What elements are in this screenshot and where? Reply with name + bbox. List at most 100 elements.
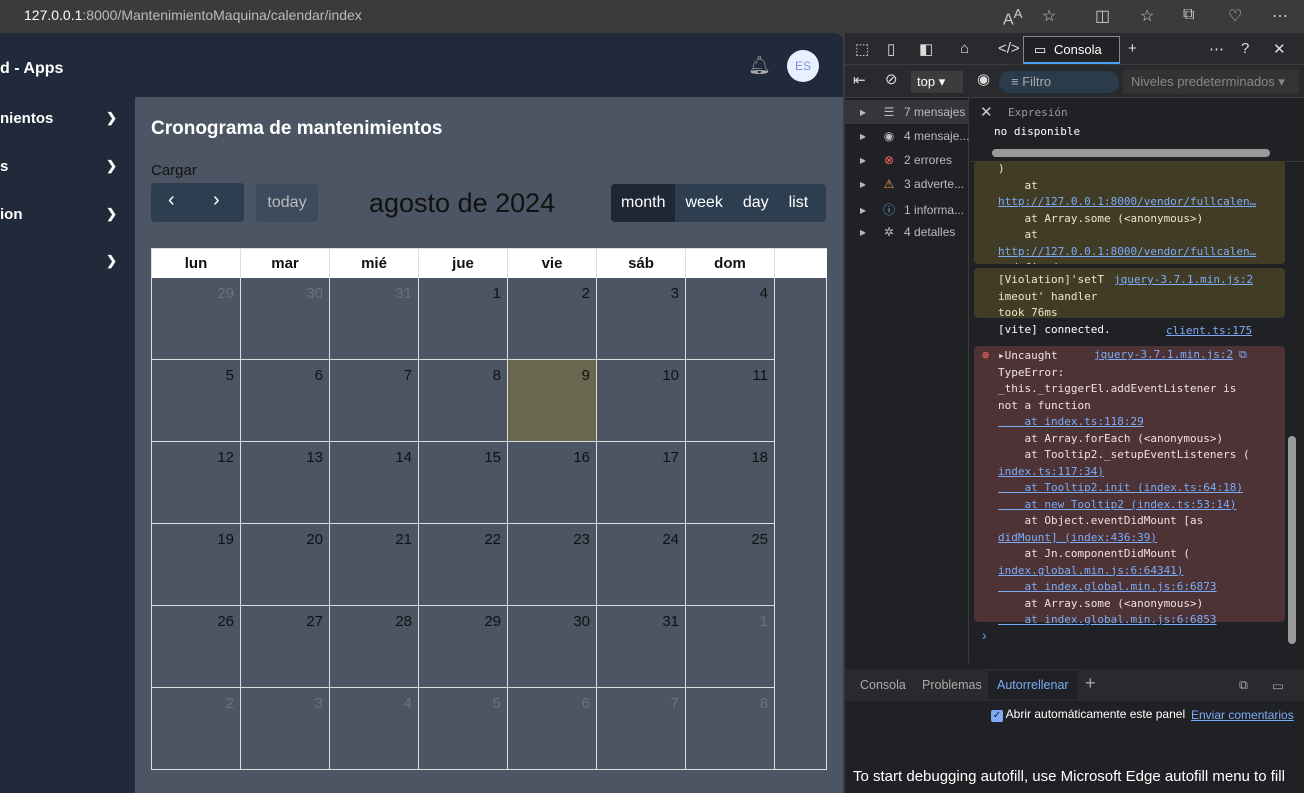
console-sidebar-item[interactable]: ▸ ⊗ 2 errores xyxy=(845,148,969,172)
add-tab-icon[interactable]: + xyxy=(1128,40,1137,57)
day-number[interactable]: 20 xyxy=(306,531,323,548)
day-number[interactable]: 8 xyxy=(760,695,768,712)
drawer-tab-autofill[interactable]: Autorrellenar xyxy=(988,671,1078,699)
console-line[interactable]: at index.global.min.js:6:6873 xyxy=(998,579,1285,596)
day-number[interactable]: 8 xyxy=(493,367,501,384)
day-cell[interactable]: 11 xyxy=(686,360,775,442)
close-expression-icon[interactable]: ✕ xyxy=(980,103,993,121)
prev-button[interactable]: ‹ xyxy=(168,189,175,212)
day-number[interactable]: 4 xyxy=(760,285,768,302)
day-cell[interactable]: 10 xyxy=(597,360,686,442)
error-source-link[interactable]: jquery-3.7.1.min.js:2 xyxy=(1094,348,1233,361)
day-number[interactable]: 13 xyxy=(306,449,323,466)
filter-input[interactable]: ≡ Filtro xyxy=(999,71,1119,93)
next-button[interactable]: › xyxy=(213,189,220,212)
context-select[interactable]: top ▾ xyxy=(911,71,963,93)
day-number[interactable]: 1 xyxy=(493,285,501,302)
day-cell[interactable]: 7 xyxy=(597,688,686,770)
day-cell[interactable]: 1 xyxy=(686,606,775,688)
more-icon[interactable]: ⋯ xyxy=(1272,6,1288,26)
sidebar-toggle-icon[interactable]: ⇤ xyxy=(853,71,866,89)
favorite-star-icon[interactable]: ☆ xyxy=(1042,6,1056,26)
day-cell[interactable]: 27 xyxy=(241,606,330,688)
more-icon[interactable]: ⋯ xyxy=(1209,40,1224,58)
console-line[interactable]: index.global.min.js:6:64341) xyxy=(998,563,1285,580)
violation-source-link[interactable]: jquery-3.7.1.min.js:2 xyxy=(1114,273,1253,286)
console-sidebar-item[interactable]: ▸ ☰ 7 mensajes xyxy=(845,100,969,124)
feedback-link[interactable]: Enviar comentarios xyxy=(1191,708,1294,722)
day-cell[interactable]: 23 xyxy=(508,524,597,606)
day-cell[interactable]: 18 xyxy=(686,442,775,524)
console-line[interactable]: at index.global.min.js:6:6853 xyxy=(998,612,1285,629)
avatar[interactable]: ES xyxy=(787,50,819,82)
day-cell[interactable]: 26 xyxy=(152,606,241,688)
clear-console-icon[interactable]: ⊘ xyxy=(885,70,898,88)
elements-icon[interactable]: </> xyxy=(998,40,1020,57)
day-cell[interactable]: 28 xyxy=(330,606,419,688)
day-cell[interactable]: 12 xyxy=(152,442,241,524)
day-cell[interactable]: 15 xyxy=(419,442,508,524)
vertical-scrollbar[interactable] xyxy=(1288,436,1296,644)
day-cell[interactable]: 21 xyxy=(330,524,419,606)
day-cell[interactable]: 22 xyxy=(419,524,508,606)
day-number[interactable]: 10 xyxy=(662,367,679,384)
day-cell[interactable]: 8 xyxy=(686,688,775,770)
day-cell[interactable]: 6 xyxy=(241,360,330,442)
horizontal-scrollbar[interactable] xyxy=(992,149,1270,157)
day-cell[interactable]: 30 xyxy=(508,606,597,688)
day-cell[interactable]: 31 xyxy=(330,278,419,360)
day-number[interactable]: 5 xyxy=(226,367,234,384)
day-number[interactable]: 31 xyxy=(662,613,679,630)
browser-essentials-icon[interactable]: ♡ xyxy=(1228,6,1242,26)
console-sidebar-item[interactable]: ▸ ⓘ 1 informa... xyxy=(845,196,969,220)
day-cell[interactable]: 19 xyxy=(152,524,241,606)
view-day-button[interactable]: day xyxy=(733,184,779,222)
day-number[interactable]: 16 xyxy=(573,449,590,466)
day-cell[interactable]: 13 xyxy=(241,442,330,524)
drawer-tab-problems[interactable]: Problemas xyxy=(922,678,982,692)
day-number[interactable]: 21 xyxy=(395,531,412,548)
day-cell[interactable]: 16 xyxy=(508,442,597,524)
day-number[interactable]: 22 xyxy=(484,531,501,548)
expression-label[interactable]: Expresión xyxy=(1008,106,1068,119)
day-number[interactable]: 18 xyxy=(751,449,768,466)
day-number[interactable]: 11 xyxy=(752,367,768,384)
day-number[interactable]: 2 xyxy=(226,695,234,712)
undock-drawer-icon[interactable]: ⧉ xyxy=(1239,678,1248,693)
tab-console[interactable]: Consola ▭ xyxy=(1023,36,1120,64)
cargar-label[interactable]: Cargar xyxy=(151,162,197,179)
console-line[interactable]: at index.ts:118:29 xyxy=(998,414,1285,431)
day-cell[interactable]: 25 xyxy=(686,524,775,606)
sidebar-item-mantenimientos[interactable]: nientos ❯ xyxy=(0,110,135,130)
day-number[interactable]: 30 xyxy=(306,285,323,302)
console-prompt-icon[interactable]: › xyxy=(982,627,987,643)
day-number[interactable]: 6 xyxy=(315,367,323,384)
day-cell[interactable]: 30 xyxy=(241,278,330,360)
day-cell[interactable]: 9 xyxy=(508,360,597,442)
address-bar[interactable]: 127.0.0.1:8000/MantenimientoMaquina/cale… xyxy=(0,0,1304,33)
day-number[interactable]: 7 xyxy=(671,695,679,712)
console-line[interactable]: index.ts:117:34) xyxy=(998,464,1285,481)
console-sidebar-item[interactable]: ▸ ✲ 4 detalles xyxy=(845,220,969,244)
day-cell[interactable]: 29 xyxy=(152,278,241,360)
favorites-icon[interactable]: ☆ xyxy=(1140,6,1154,26)
read-aloud-icon[interactable]: AA xyxy=(1003,6,1023,29)
collections-icon[interactable]: ⧉ xyxy=(1183,6,1194,24)
levels-select[interactable]: Niveles predeterminados ▾ xyxy=(1123,70,1299,94)
day-cell[interactable]: 20 xyxy=(241,524,330,606)
day-number[interactable]: 3 xyxy=(315,695,323,712)
day-number[interactable]: 15 xyxy=(484,449,501,466)
day-cell[interactable]: 1 xyxy=(419,278,508,360)
close-icon[interactable]: ✕ xyxy=(1273,40,1286,58)
copilot-explain-icon[interactable]: ⧉ xyxy=(1239,348,1247,362)
day-cell[interactable]: 14 xyxy=(330,442,419,524)
day-number[interactable]: 12 xyxy=(217,449,234,466)
day-number[interactable]: 5 xyxy=(493,695,501,712)
day-cell[interactable]: 4 xyxy=(686,278,775,360)
view-week-button[interactable]: week xyxy=(675,184,732,222)
day-cell[interactable]: 2 xyxy=(152,688,241,770)
sidebar-item-2[interactable]: s ❯ xyxy=(0,158,135,178)
view-list-button[interactable]: list xyxy=(779,184,819,222)
day-number[interactable]: 1 xyxy=(760,613,768,630)
day-number[interactable]: 28 xyxy=(395,613,412,630)
